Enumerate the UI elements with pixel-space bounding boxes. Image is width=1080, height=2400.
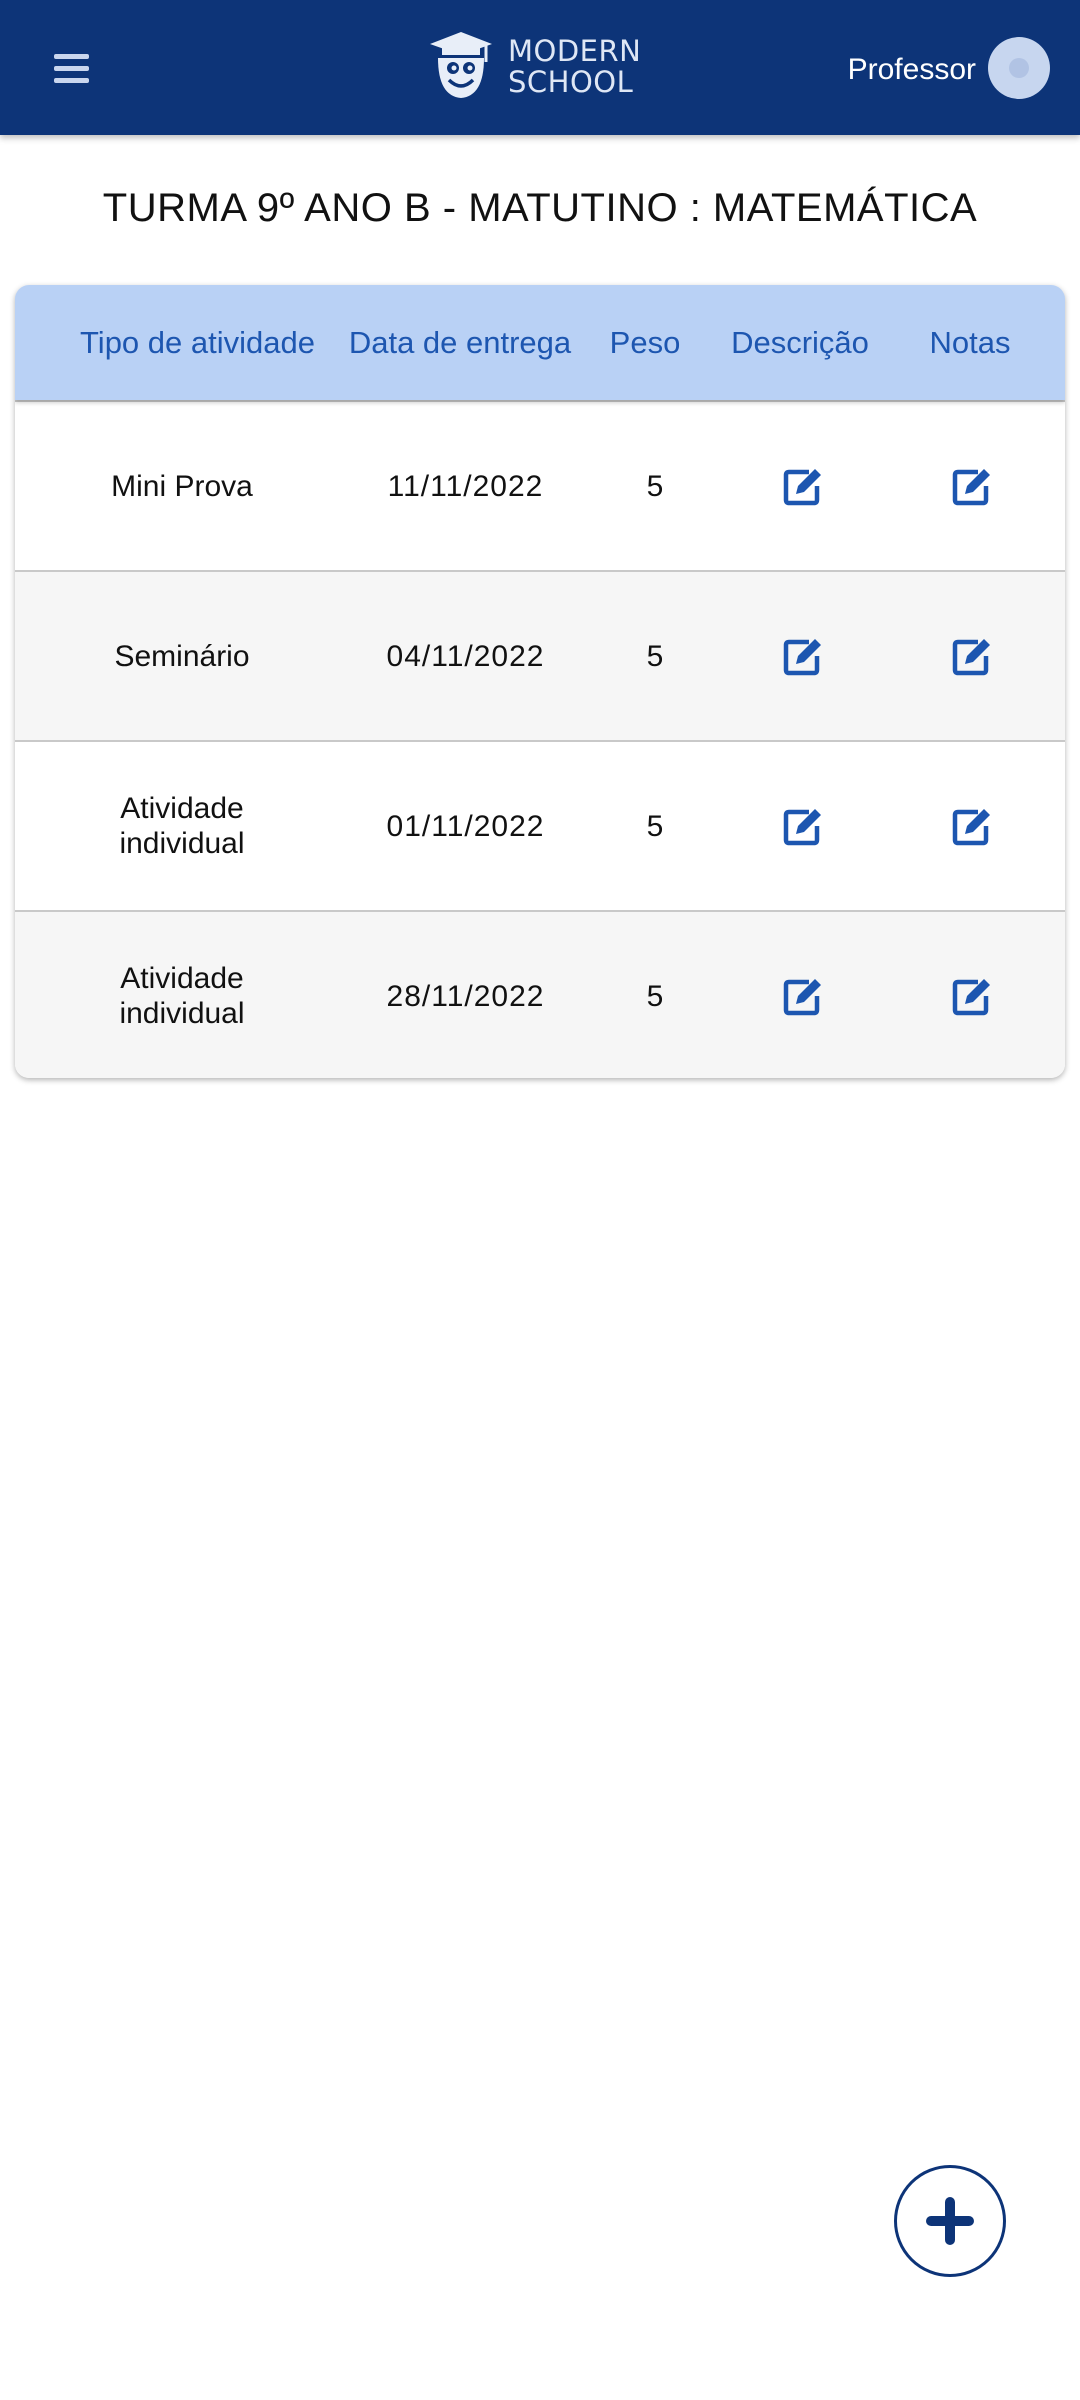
- due-date: 11/11/2022: [387, 469, 544, 503]
- page-title: TURMA 9º ANO B - MATUTINO : MATEMÁTICA: [102, 186, 978, 230]
- table-row: Atividade individual 28/11/2022 5: [15, 910, 1065, 1078]
- table-header: Tipo de atividade Data de entrega Peso D…: [15, 285, 1065, 400]
- grades-cell: [912, 572, 1032, 740]
- plus-icon: [926, 2197, 974, 2245]
- column-header-peso: Peso: [609, 325, 681, 360]
- due-date: 01/11/2022: [386, 809, 545, 843]
- description-cell: [743, 742, 863, 910]
- weight: 5: [646, 639, 664, 673]
- due-date: 28/11/2022: [386, 979, 545, 1013]
- edit-description-icon[interactable]: [781, 804, 825, 848]
- edit-description-icon[interactable]: [781, 974, 825, 1018]
- logo-text: MODERN SCHOOL: [508, 36, 641, 98]
- graduation-cap-mascot-icon: [430, 32, 492, 98]
- weight: 5: [646, 469, 664, 503]
- hamburger-menu-icon[interactable]: [44, 44, 100, 94]
- due-date: 04/11/2022: [386, 639, 545, 673]
- activity-type: Seminário: [114, 639, 250, 673]
- logo-line-2: SCHOOL: [508, 65, 634, 99]
- column-header-descricao: Descrição: [731, 325, 869, 360]
- edit-grades-icon[interactable]: [950, 974, 994, 1018]
- grades-cell: [912, 912, 1032, 1078]
- app-logo: MODERN SCHOOL: [428, 30, 648, 106]
- grades-cell: [912, 402, 1032, 570]
- column-header-data: Data de entrega: [348, 325, 572, 360]
- weight: 5: [646, 979, 664, 1013]
- edit-grades-icon[interactable]: [950, 804, 994, 848]
- weight: 5: [646, 809, 664, 843]
- user-avatar-icon[interactable]: [988, 37, 1050, 99]
- table-row: Atividade individual 01/11/2022 5: [15, 740, 1065, 910]
- edit-grades-icon[interactable]: [950, 464, 994, 508]
- logo-line-1: MODERN: [508, 34, 642, 68]
- column-header-notas: Notas: [929, 325, 1011, 360]
- edit-description-icon[interactable]: [781, 464, 825, 508]
- grades-cell: [912, 742, 1032, 910]
- top-app-bar: MODERN SCHOOL Professor: [0, 0, 1080, 135]
- description-cell: [743, 402, 863, 570]
- column-header-tipo: Tipo de atividade: [80, 325, 315, 360]
- activity-type: Mini Prova: [111, 469, 253, 503]
- edit-grades-icon[interactable]: [950, 634, 994, 678]
- user-role-label: Professor: [847, 53, 976, 86]
- table-row: Seminário 04/11/2022 5: [15, 570, 1065, 740]
- description-cell: [743, 912, 863, 1078]
- table-row: Mini Prova 11/11/2022 5: [15, 400, 1065, 570]
- edit-description-icon[interactable]: [781, 634, 825, 678]
- activity-type: Atividade individual: [119, 962, 245, 1030]
- activity-type: Atividade individual: [119, 792, 245, 860]
- add-activity-button[interactable]: [894, 2165, 1006, 2277]
- description-cell: [743, 572, 863, 740]
- activities-table: Tipo de atividade Data de entrega Peso D…: [15, 285, 1065, 1078]
